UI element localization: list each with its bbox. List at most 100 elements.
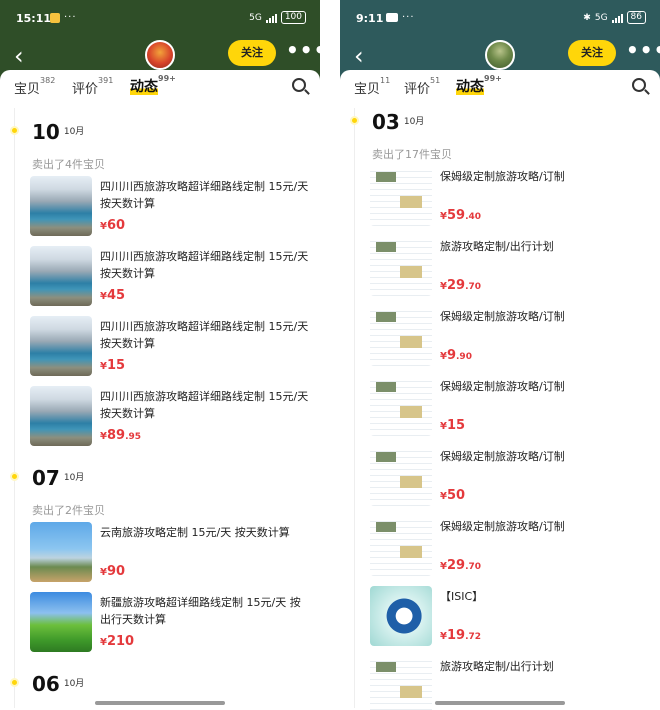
more-icon[interactable]: ••• <box>626 40 660 60</box>
status-bar: 15:11 ··· 5G 100 <box>0 0 320 36</box>
notification-icon <box>50 12 60 23</box>
product-thumbnail <box>370 516 432 576</box>
product-title: 四川川西旅游攻略超详细路线定制 15元/天 按天数计算 <box>100 250 309 280</box>
product-price: ¥9.90 <box>440 348 472 363</box>
product-price: ¥50 <box>440 488 466 503</box>
timeline-dot <box>350 116 359 125</box>
product-price: ¥90 <box>100 564 126 579</box>
date-heading: 06 10月 <box>32 672 85 696</box>
product-title: 保姆级定制旅游攻略/订制 <box>440 380 565 393</box>
back-icon[interactable]: ‹ <box>354 44 364 68</box>
product-title: 云南旅游攻略定制 15元/天 按天数计算 <box>100 526 290 539</box>
product-thumbnail <box>30 176 92 236</box>
product-price: ¥15 <box>100 358 126 373</box>
product-thumbnail <box>370 236 432 296</box>
battery-icon: 86 <box>626 11 646 24</box>
sold-count: 卖出了2件宝贝 <box>32 504 105 517</box>
status-time: 9:11 <box>356 12 384 25</box>
app-notification-icon <box>386 13 398 22</box>
home-indicator <box>95 701 225 705</box>
product-thumbnail <box>30 592 92 652</box>
product-title: 旅游攻略定制/出行计划 <box>440 240 554 253</box>
phone-left: 15:11 ··· 5G 100 ‹ 关注 ••• 宝贝382 评价39 <box>0 0 320 710</box>
back-icon[interactable]: ‹ <box>14 44 24 68</box>
status-right-icons: 5G 100 <box>249 11 306 24</box>
list-item[interactable]: 保姆级定制旅游攻略/订制 ¥59.40 <box>370 166 650 228</box>
list-item[interactable]: 保姆级定制旅游攻略/订制 ¥29.70 <box>370 516 650 578</box>
tab-bar: 宝贝382 评价391 动态99+ <box>0 70 320 100</box>
product-price: ¥60 <box>100 218 126 233</box>
product-thumbnail <box>30 316 92 376</box>
list-item[interactable]: 新疆旅游攻略超详细路线定制 15元/天 按出行天数计算 ¥210 <box>30 592 310 654</box>
network-label: 5G <box>249 12 262 23</box>
timeline-line <box>354 108 355 708</box>
status-time: 15:11 <box>16 12 52 25</box>
more-notifications-icon: ··· <box>402 12 415 23</box>
activity-feed: 03 10月 卖出了17件宝贝 保姆级定制旅游攻略/订制 ¥59.40 旅游攻略定… <box>340 100 660 710</box>
search-icon[interactable] <box>292 78 306 92</box>
avatar[interactable] <box>145 40 175 70</box>
product-title: 保姆级定制旅游攻略/订制 <box>440 450 565 463</box>
signal-icon <box>611 13 623 23</box>
list-item[interactable]: 四川川西旅游攻略超详细路线定制 15元/天 按天数计算 ¥60 <box>30 176 310 238</box>
phone-right: 9:11 ··· ✱ 5G 86 ‹ 关注 ••• 宝贝11 <box>340 0 660 710</box>
list-item[interactable]: 【ISIC】 ¥19.72 <box>370 586 650 648</box>
tab-activity[interactable]: 动态99+ <box>130 74 176 96</box>
more-notifications-icon: ··· <box>64 12 77 23</box>
signal-icon <box>265 13 277 23</box>
tab-bar: 宝贝11 评价51 动态99+ <box>340 70 660 100</box>
tab-items[interactable]: 宝贝11 <box>354 76 391 97</box>
list-item[interactable]: 旅游攻略定制/出行计划 ¥29.70 <box>370 236 650 298</box>
date-heading: 10 10月 <box>32 120 85 144</box>
list-item[interactable]: 保姆级定制旅游攻略/订制 ¥50 <box>370 446 650 508</box>
product-title: 新疆旅游攻略超详细路线定制 15元/天 按出行天数计算 <box>100 596 301 626</box>
product-thumbnail <box>370 306 432 366</box>
list-item[interactable]: 四川川西旅游攻略超详细路线定制 15元/天 按天数计算 ¥15 <box>30 316 310 378</box>
product-thumbnail <box>30 522 92 582</box>
list-item[interactable]: 云南旅游攻略定制 15元/天 按天数计算 ¥90 <box>30 522 310 584</box>
product-thumbnail <box>370 656 432 710</box>
product-title: 四川川西旅游攻略超详细路线定制 15元/天 按天数计算 <box>100 180 309 210</box>
more-icon[interactable]: ••• <box>286 40 320 60</box>
tab-activity[interactable]: 动态99+ <box>456 74 502 96</box>
search-icon[interactable] <box>632 78 646 92</box>
product-title: 保姆级定制旅游攻略/订制 <box>440 520 565 533</box>
product-price: ¥89.95 <box>100 428 142 443</box>
product-title: 旅游攻略定制/出行计划 <box>440 660 554 673</box>
activity-feed: 10 10月 卖出了4件宝贝 四川川西旅游攻略超详细路线定制 15元/天 按天数计… <box>0 100 320 708</box>
tab-reviews[interactable]: 评价391 <box>72 76 114 97</box>
product-thumbnail <box>370 446 432 506</box>
network-label: 5G <box>594 12 608 23</box>
product-title: 【ISIC】 <box>440 590 484 603</box>
product-price: ¥29.70 <box>440 558 482 573</box>
sold-count: 卖出了4件宝贝 <box>32 158 105 171</box>
status-right-icons: ✱ 5G 86 <box>583 11 646 24</box>
status-bar: 9:11 ··· ✱ 5G 86 <box>340 0 660 36</box>
tab-count: 99+ <box>158 74 176 83</box>
list-item[interactable]: 保姆级定制旅游攻略/订制 ¥9.90 <box>370 306 650 368</box>
product-price: ¥29.70 <box>440 278 482 293</box>
product-title: 四川川西旅游攻略超详细路线定制 15元/天 按天数计算 <box>100 390 309 420</box>
product-price: ¥15 <box>440 418 466 433</box>
product-thumbnail <box>30 246 92 306</box>
timeline-dot <box>10 472 19 481</box>
product-thumbnail <box>30 386 92 446</box>
product-title: 保姆级定制旅游攻略/订制 <box>440 170 565 183</box>
follow-button[interactable]: 关注 <box>228 40 276 66</box>
product-title: 保姆级定制旅游攻略/订制 <box>440 310 565 323</box>
list-item[interactable]: 四川川西旅游攻略超详细路线定制 15元/天 按天数计算 ¥89.95 <box>30 386 310 448</box>
tab-reviews[interactable]: 评价51 <box>404 76 441 97</box>
list-item[interactable]: 四川川西旅游攻略超详细路线定制 15元/天 按天数计算 ¥45 <box>30 246 310 308</box>
bluetooth-icon: ✱ <box>583 12 591 23</box>
tab-count: 51 <box>430 76 441 85</box>
product-title: 四川川西旅游攻略超详细路线定制 15元/天 按天数计算 <box>100 320 309 350</box>
product-price: ¥45 <box>100 288 126 303</box>
tab-count: 11 <box>380 76 391 85</box>
tab-items[interactable]: 宝贝382 <box>14 76 55 97</box>
follow-button[interactable]: 关注 <box>568 40 616 66</box>
product-price: ¥19.72 <box>440 628 482 643</box>
product-price: ¥59.40 <box>440 208 482 223</box>
tab-count: 391 <box>98 76 114 85</box>
list-item[interactable]: 保姆级定制旅游攻略/订制 ¥15 <box>370 376 650 438</box>
avatar[interactable] <box>485 40 515 70</box>
